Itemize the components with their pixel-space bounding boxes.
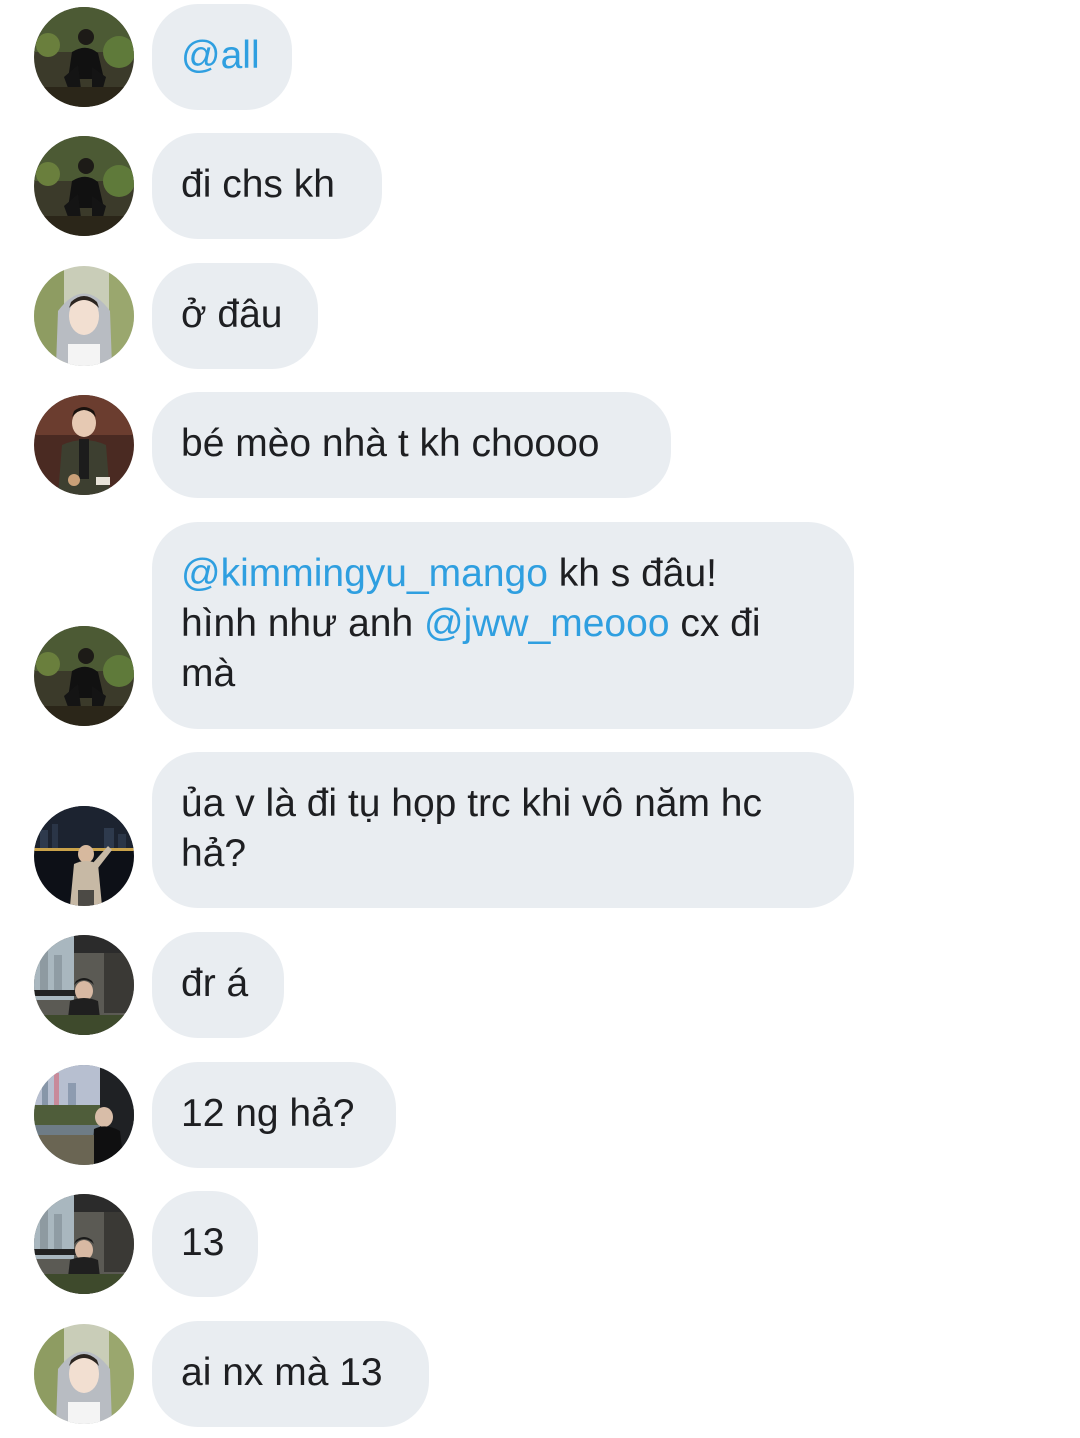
mention-link[interactable]: @jww_meooo <box>424 602 670 645</box>
message-text: ai nx mà 13 <box>181 1351 383 1394</box>
cafe-jacket-avatar[interactable] <box>34 395 134 495</box>
mention-link[interactable]: @all <box>181 34 260 77</box>
city-view-avatar[interactable] <box>34 1065 134 1165</box>
night-street-boy-avatar[interactable] <box>34 7 134 107</box>
message-bubble[interactable]: @all <box>152 4 292 110</box>
message-text: 12 ng hả? <box>181 1092 355 1135</box>
message-text: đi chs kh <box>181 163 335 206</box>
message-text: bé mèo nhà t kh choooo <box>181 422 600 465</box>
message-text: ủa v là đi tụ họp trc khi vô năm hc hả? <box>181 782 762 875</box>
message-text: 13 <box>181 1221 225 1264</box>
message-bubble[interactable]: đi chs kh <box>152 133 382 239</box>
night-city-avatar[interactable] <box>34 806 134 906</box>
night-street-boy-avatar[interactable] <box>34 626 134 726</box>
message-bubble[interactable]: ở đâu <box>152 263 318 369</box>
balcony-avatar[interactable] <box>34 935 134 1035</box>
message-text: đr á <box>181 962 249 1005</box>
message-bubble[interactable]: đr á <box>152 932 284 1038</box>
message-bubble[interactable]: ủa v là đi tụ họp trc khi vô năm hc hả? <box>152 752 854 908</box>
grey-hoodie-avatar[interactable] <box>34 266 134 366</box>
message-bubble[interactable]: 13 <box>152 1191 258 1297</box>
message-text: ở đâu <box>181 293 283 336</box>
balcony-avatar[interactable] <box>34 1194 134 1294</box>
message-bubble[interactable]: ai nx mà 13 <box>152 1321 429 1427</box>
message-bubble[interactable]: 12 ng hả? <box>152 1062 396 1168</box>
message-bubble[interactable]: @kimmingyu_mango kh s đâu! hình như anh … <box>152 522 854 729</box>
message-bubble[interactable]: bé mèo nhà t kh choooo <box>152 392 671 498</box>
night-street-boy-avatar[interactable] <box>34 136 134 236</box>
grey-hoodie-avatar[interactable] <box>34 1324 134 1424</box>
mention-link[interactable]: @kimmingyu_mango <box>181 552 548 595</box>
